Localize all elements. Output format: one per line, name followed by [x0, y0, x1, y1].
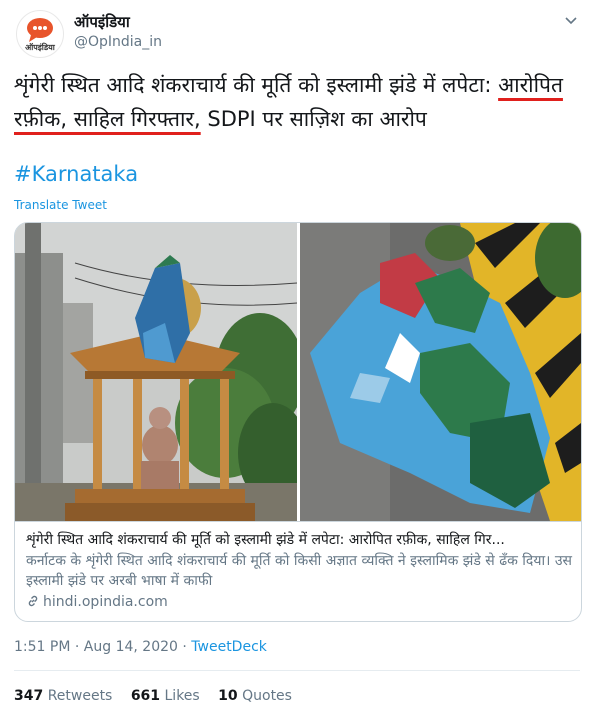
chevron-down-icon[interactable] — [564, 14, 578, 28]
tweet-time[interactable]: 1:51 PM — [14, 639, 70, 655]
likes-label: Likes — [164, 688, 200, 704]
card-domain-text: hindi.opindia.com — [43, 594, 168, 610]
likes-stat[interactable]: 661 Likes — [131, 688, 200, 704]
tweet-meta: 1:51 PM · Aug 14, 2020 · TweetDeck — [14, 639, 267, 655]
avatar[interactable]: ऑपइंडिया — [16, 10, 64, 58]
divider — [14, 670, 580, 671]
link-icon — [28, 595, 38, 607]
retweets-stat[interactable]: 347 Retweets — [14, 688, 112, 704]
retweets-label: Retweets — [47, 688, 113, 704]
translate-tweet-link[interactable]: Translate Tweet — [14, 198, 107, 212]
card-domain[interactable]: hindi.opindia.com — [26, 594, 168, 610]
quotes-label: Quotes — [242, 688, 292, 704]
account-name[interactable]: ऑपइंडिया — [74, 12, 130, 32]
statue-photo — [15, 223, 297, 521]
retweets-count: 347 — [14, 688, 44, 704]
tweet-header: ऑपइंडिया ऑपइंडिया @OpIndia_in — [14, 10, 580, 58]
likes-count: 661 — [130, 688, 161, 704]
quotes-stat[interactable]: 10 Quotes — [218, 688, 292, 704]
meta-separator-2: · — [177, 639, 192, 655]
card-body: शृंगेरी स्थित आदि शंकराचार्य की मूर्ति क… — [15, 521, 581, 621]
tweet-text: शृंगेरी स्थित आदि शंकराचार्य की मूर्ति क… — [14, 68, 580, 136]
account-handle[interactable]: @OpIndia_in — [74, 34, 162, 50]
tweet-source-app[interactable]: TweetDeck — [191, 639, 267, 655]
tweet-date[interactable]: Aug 14, 2020 — [84, 639, 178, 655]
hashtag-link[interactable]: #Karnataka — [14, 162, 138, 186]
avatar-logo-text: ऑपइंडिया — [25, 43, 55, 52]
meta-separator: · — [70, 639, 84, 655]
tweet-text-part2: SDPI पर साज़िश का आरोप — [200, 107, 427, 131]
quotes-count: 10 — [218, 688, 238, 704]
card-title[interactable]: शृंगेरी स्थित आदि शंकराचार्य की मूर्ति क… — [26, 530, 572, 550]
flag-on-road-photo — [300, 223, 581, 521]
link-preview-card[interactable]: शृंगेरी स्थित आदि शंकराचार्य की मूर्ति क… — [14, 222, 582, 622]
tweet-text-part1: शृंगेरी स्थित आदि शंकराचार्य की मूर्ति क… — [14, 73, 499, 97]
tweet-stats: 347 Retweets 661 Likes 10 Quotes — [14, 688, 306, 704]
card-description: कर्नाटक के शृंगेरी स्थित आदि शंकराचार्य … — [26, 553, 573, 589]
